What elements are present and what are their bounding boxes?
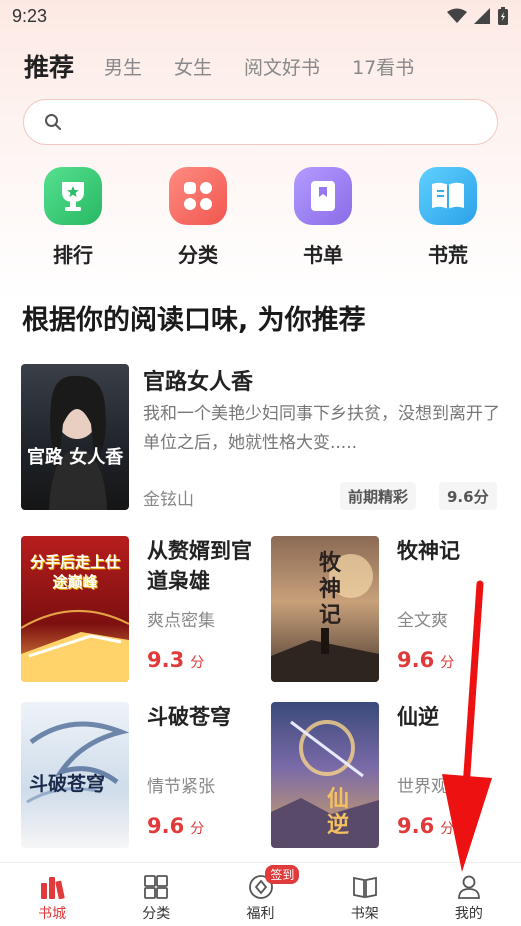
book-author: 金铉山 [143, 490, 194, 510]
signal-icon [474, 8, 490, 24]
cover-title-text: 斗破苍穹 [29, 773, 106, 795]
book-cover[interactable]: 仙逆 [271, 702, 379, 848]
book-description: 我和一个美艳少妇同事下乡扶贫，没想到离开了单位之后，她就性格大变..... [143, 404, 500, 453]
open-book-icon [419, 167, 477, 225]
tab-male[interactable]: 男生 [104, 53, 142, 84]
tab-yuewen[interactable]: 阅文好书 [244, 53, 320, 84]
quick-entry-booklist[interactable]: 书单 [283, 163, 363, 268]
book-card[interactable]: 斗破苍穹 斗破苍穹 情节紧张 9.6 分 [21, 702, 261, 848]
booklist-icon [294, 167, 352, 225]
book-title: 官路女人香 [143, 370, 254, 395]
grid-icon [144, 875, 169, 899]
nav-item-bookshelf[interactable]: 书架 [313, 863, 417, 926]
nav-item-category[interactable]: 分类 [104, 863, 208, 926]
cover-title-text: 牧神记 [319, 550, 342, 628]
book-score-unit: 分 [190, 655, 205, 671]
book-score: 9.6 分 [147, 814, 204, 838]
book-score-value: 9.6 [147, 814, 185, 838]
book-title: 从赘婿到官道枭雄 [147, 539, 252, 593]
trophy-icon [44, 167, 102, 225]
nav-label: 书架 [350, 906, 379, 922]
battery-icon [498, 7, 508, 25]
nav-label: 福利 [246, 906, 275, 922]
status-bar: 9:23 [0, 0, 521, 32]
book-title: 牧神记 [397, 539, 460, 563]
status-icons [447, 7, 509, 25]
annotation-arrow [442, 580, 492, 872]
profile-icon [458, 875, 480, 899]
nav-item-bookstore[interactable]: 书城 [0, 863, 104, 926]
cover-title-text: 仙逆 [327, 786, 350, 838]
nav-label: 分类 [142, 906, 171, 922]
quick-entry-category[interactable]: 分类 [158, 163, 238, 268]
quick-entry-label: 书荒 [428, 243, 468, 267]
book-score: 9.3 分 [147, 648, 204, 672]
book-cover[interactable]: 官路 女人香 [21, 364, 129, 510]
quick-entry-row: 排行 分类 书单 书荒 [0, 163, 521, 273]
quick-entry-label: 分类 [178, 243, 218, 267]
category-tabs: 推荐 男生 女生 阅文好书 17看书 [0, 44, 521, 84]
cover-portrait-image [49, 375, 107, 510]
nav-label: 书城 [38, 906, 67, 922]
category-icon [169, 167, 227, 225]
quick-entry-label: 书单 [303, 243, 343, 267]
quick-entry-ranking[interactable]: 排行 [33, 163, 113, 268]
nav-label: 我的 [454, 906, 483, 922]
tab-female[interactable]: 女生 [174, 53, 212, 84]
book-score-value: 9.3 [147, 648, 185, 672]
cover-title-text: 分手后走上仕途巅峰 [29, 553, 120, 591]
book-score-value: 9.6 [397, 648, 435, 672]
bookshelf-icon [352, 876, 377, 899]
book-cover[interactable]: 斗破苍穹 [21, 702, 129, 848]
cover-title-text: 官路 女人香 [27, 447, 124, 468]
book-tag: 前期精彩 [340, 482, 417, 510]
bookstore-icon [41, 877, 65, 899]
status-time: 9:23 [12, 5, 48, 26]
book-score: 9.6分 [439, 482, 497, 510]
book-score-unit: 分 [190, 821, 205, 837]
nav-item-welfare[interactable]: 签到 福利 [208, 863, 312, 926]
book-score-value: 9.6 [397, 814, 435, 838]
book-cover[interactable]: 牧神记 [271, 536, 379, 682]
tab-recommend[interactable]: 推荐 [24, 48, 74, 84]
book-title: 斗破苍穹 [147, 705, 231, 729]
book-subtitle: 爽点密集 [147, 611, 215, 631]
search-input[interactable] [72, 113, 472, 131]
book-card[interactable]: 分手后走上仕途巅峰 从赘婿到官道枭雄 爽点密集 9.3 分 [21, 536, 261, 682]
checkin-badge: 签到 [265, 865, 300, 884]
book-cover[interactable]: 分手后走上仕途巅峰 [21, 536, 129, 682]
section-title: 根据你的阅读口味, 为你推荐 [22, 305, 366, 336]
book-subtitle: 情节紧张 [147, 777, 215, 797]
quick-entry-book-shortage[interactable]: 书荒 [408, 163, 488, 268]
featured-book-card[interactable]: 官路 女人香 官路女人香 我和一个美艳少妇同事下乡扶贫，没想到离开了单位之后，她… [21, 364, 501, 510]
wifi-icon [447, 8, 467, 23]
search-bar[interactable] [23, 99, 498, 145]
quick-entry-label: 排行 [53, 243, 93, 267]
tab-17kanshu[interactable]: 17看书 [352, 53, 414, 84]
search-icon [45, 114, 61, 130]
